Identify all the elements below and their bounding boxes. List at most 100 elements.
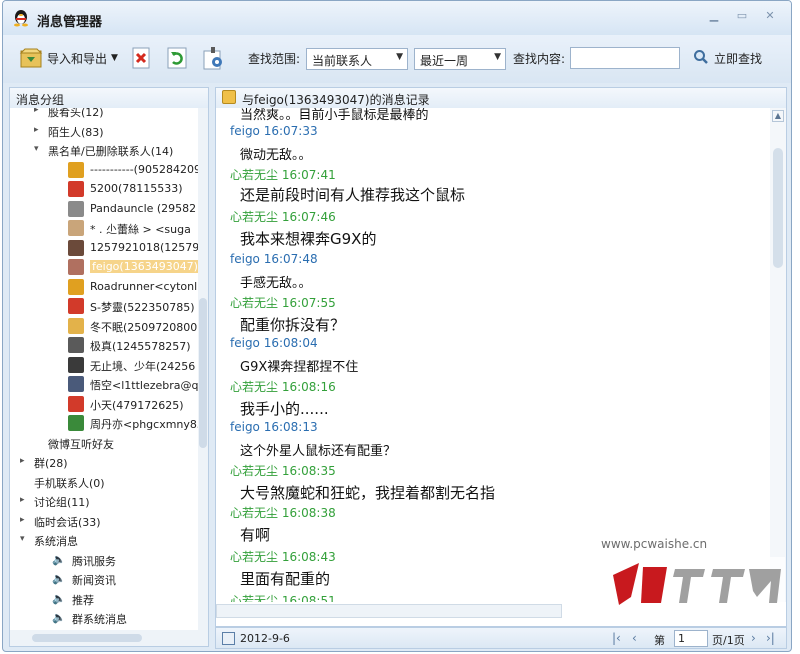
search-icon[interactable]	[693, 49, 709, 65]
scroll-up-icon[interactable]: ▲	[772, 110, 784, 122]
contact-tree: ▸ 股肴头(12) ▸ 陌生人(83) ▾ 黑名单/已删除联系人(14) ---------…	[10, 108, 198, 630]
last-page-icon[interactable]: ›|	[766, 631, 775, 645]
tree-item-label: 群系统消息	[72, 613, 127, 626]
message-body: 配重你拆没有？	[240, 316, 346, 334]
message-body: 当然爽。。目前小手鼠标是最棒的	[240, 108, 429, 123]
message-sender-time: 心若无尘 16:07:41	[230, 168, 336, 182]
prev-page-icon[interactable]: ‹	[632, 631, 637, 645]
tree-item[interactable]: Pandauncle (29582	[10, 200, 198, 220]
watermark-logo	[609, 557, 785, 611]
tree-item[interactable]: 悟空<l1ttlezebra@qc	[10, 375, 198, 395]
tree-item[interactable]: 极真(1245578257)	[10, 336, 198, 356]
scroll-thumb[interactable]	[32, 634, 142, 642]
tree-item[interactable]: S-梦靈(522350785)	[10, 297, 198, 317]
contact-avatar	[68, 220, 84, 236]
import-export-icon[interactable]	[19, 45, 43, 71]
expand-icon[interactable]: ▸	[20, 515, 25, 525]
tree-item-label: S-梦靈(522350785)	[90, 301, 195, 314]
tree-item[interactable]: ▸ 股肴头(12)	[10, 108, 198, 122]
expand-icon[interactable]: ▸	[34, 108, 39, 115]
tree-item[interactable]: 冬不眠(2509720800)	[10, 317, 198, 337]
tree-item[interactable]: feigo(1363493047)	[10, 258, 198, 278]
tree-item[interactable]: ▾ 系统消息	[10, 531, 198, 551]
refresh-icon[interactable]	[165, 45, 189, 71]
chevron-down-icon[interactable]: ▼	[111, 53, 118, 63]
tree-item[interactable]: ▸ 讨论组(11)	[10, 492, 198, 512]
chat-record-icon	[222, 90, 236, 104]
delete-icon[interactable]	[129, 45, 153, 71]
time-range-select[interactable]: 最近一周 ▼	[414, 48, 506, 70]
message-body: G9X裸奔捏都捏不住	[240, 360, 359, 375]
search-scope-select[interactable]: 当前联系人 ▼	[306, 48, 408, 70]
tree-item[interactable]: 5200(78115533)	[10, 180, 198, 200]
tree-item[interactable]: 小天(479172625)	[10, 395, 198, 415]
contact-avatar	[68, 259, 84, 275]
contact-avatar	[68, 376, 84, 392]
page-number-input[interactable]: 1	[674, 630, 708, 647]
page-prefix: 第	[654, 634, 665, 647]
qq-penguin-icon	[14, 10, 28, 27]
contact-avatar	[68, 395, 84, 412]
right-horizontal-scrollbar[interactable]	[216, 604, 562, 618]
right-vertical-scrollbar[interactable]: ▲	[770, 108, 786, 602]
message-manager-window: 消息管理器 ▁ ▭ ✕ 导入和导出 ▼ 查找范围: 当前联系人 ▼ 最近一周 ▼…	[2, 0, 792, 652]
left-vertical-scrollbar[interactable]	[198, 108, 208, 630]
collapse-icon[interactable]: ▾	[20, 534, 25, 544]
tree-item[interactable]: 周丹亦<phgcxmny85	[10, 414, 198, 434]
message-sender-time: feigo 16:08:13	[230, 420, 318, 434]
message-sender-time: 心若无尘 16:08:51	[230, 594, 336, 602]
calendar-icon[interactable]	[222, 632, 235, 645]
tree-item[interactable]: 手机联系人(0)	[10, 473, 198, 493]
tree-item-label: 股肴头(12)	[48, 108, 104, 119]
message-body: 微动无敌。。	[240, 148, 312, 163]
tree-item[interactable]: 1257921018(1257921	[10, 239, 198, 259]
tree-item[interactable]: ▸ 临时会话(33)	[10, 512, 198, 532]
tree-item-label: feigo(1363493047)	[90, 260, 198, 273]
tree-item-label: 群(28)	[34, 457, 68, 470]
expand-icon[interactable]: ▸	[34, 125, 39, 135]
search-input[interactable]	[570, 47, 680, 69]
tree-item-label: Roadrunner<cytonlin	[90, 279, 198, 293]
settings-icon[interactable]	[201, 45, 225, 71]
tree-item[interactable]: 🔈 群系统消息	[10, 609, 198, 629]
minimize-icon[interactable]: ▁	[703, 9, 725, 23]
expand-icon[interactable]: ▸	[20, 495, 25, 505]
message-group-header: 消息分组	[10, 88, 208, 108]
first-page-icon[interactable]: |‹	[612, 631, 621, 645]
left-horizontal-scrollbar[interactable]	[10, 630, 208, 646]
search-now-button[interactable]: 立即查找	[714, 50, 762, 67]
tree-item[interactable]: -----------(905284209)	[10, 161, 198, 181]
message-group-panel: 消息分组 ▸ 股肴头(12) ▸ 陌生人(83) ▾ 黑名单/已删除联系人(14) ----…	[9, 87, 209, 647]
tree-item[interactable]: ▾ 黑名单/已删除联系人(14)	[10, 141, 198, 161]
tree-item[interactable]: 🔈 推荐	[10, 590, 198, 610]
message-sender-time: 心若无尘 16:07:55	[230, 296, 336, 310]
tree-item-label: 周丹亦<phgcxmny85	[90, 418, 198, 431]
tree-item[interactable]: 🔈 腾讯服务	[10, 551, 198, 571]
message-sender-time: 心若无尘 16:07:46	[230, 210, 336, 224]
collapse-icon[interactable]: ▾	[34, 144, 39, 154]
tree-item[interactable]: * . 尐蕾絲 > <suga	[10, 219, 198, 239]
expand-icon[interactable]: ▸	[20, 456, 25, 466]
maximize-icon[interactable]: ▭	[731, 9, 753, 23]
next-page-icon[interactable]: ›	[751, 631, 756, 645]
tree-item[interactable]: 🔈 新闻资讯	[10, 570, 198, 590]
tree-item[interactable]: 无止境、少年(24256	[10, 356, 198, 376]
contact-avatar	[68, 337, 84, 353]
tree-item[interactable]: ▸ 陌生人(83)	[10, 122, 198, 142]
speaker-icon: 🔈	[52, 591, 66, 605]
close-icon[interactable]: ✕	[759, 9, 781, 23]
scroll-thumb[interactable]	[199, 298, 207, 448]
scroll-thumb[interactable]	[773, 148, 783, 268]
search-content-label: 查找内容:	[513, 52, 566, 66]
import-export-button[interactable]: 导入和导出	[47, 50, 107, 67]
message-sender-time: 心若无尘 16:08:43	[230, 550, 336, 564]
tree-item[interactable]: 微博互听好友	[10, 434, 198, 454]
tree-item[interactable]: Roadrunner<cytonlin	[10, 278, 198, 298]
contact-avatar	[68, 181, 84, 197]
tree-item[interactable]: ▸ 群(28)	[10, 453, 198, 473]
message-sender-time: 心若无尘 16:08:35	[230, 464, 336, 478]
speaker-icon: 🔈	[52, 552, 66, 566]
message-body: 我手小的......	[240, 400, 329, 418]
message-list: 当然爽。。目前小手鼠标是最棒的 feigo 16:07:33 微动无敌。。 心若无尘 …	[216, 108, 772, 602]
tree-item-label: 1257921018(1257921	[90, 240, 198, 254]
